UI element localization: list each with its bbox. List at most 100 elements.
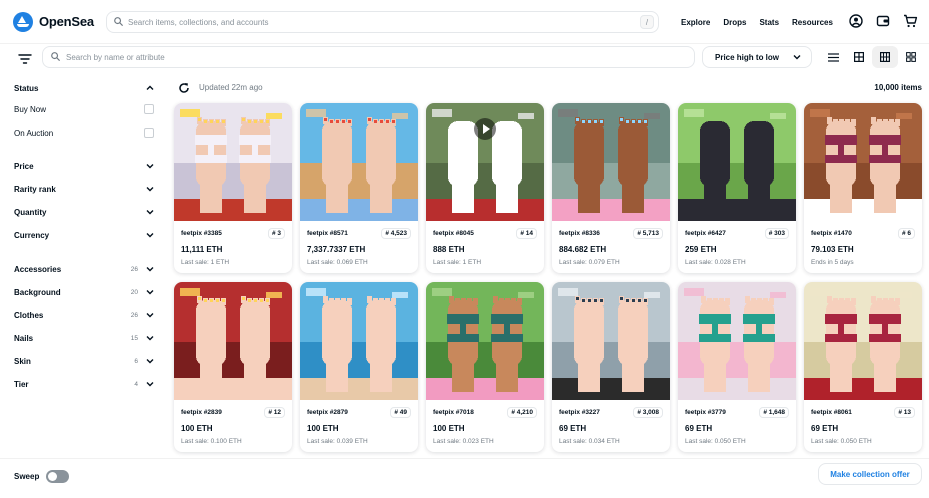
- nft-artwork: [300, 103, 418, 221]
- nft-image: [678, 103, 796, 221]
- nav-drops[interactable]: Drops: [723, 18, 746, 27]
- search-input[interactable]: [128, 17, 640, 27]
- rarity-rank-badge: # 12: [264, 407, 285, 418]
- trait-accessories[interactable]: Accessories 26: [14, 261, 154, 277]
- item-card[interactable]: feetpix #3227 # 3,008 69 ETH Last sale: 0…: [552, 282, 670, 452]
- large-grid-view-icon[interactable]: [846, 46, 872, 68]
- item-price: 7,337.7337 ETH: [307, 245, 366, 254]
- trait-label: Background: [14, 287, 61, 297]
- rarity-rank-badge: # 14: [516, 228, 537, 239]
- rarity-rank-badge: # 4,523: [381, 228, 411, 239]
- make-collection-offer-button[interactable]: Make collection offer: [818, 463, 922, 485]
- item-name: feetpix #8045: [433, 230, 474, 237]
- cart-icon[interactable]: [902, 13, 918, 29]
- filter-currency[interactable]: Currency: [14, 227, 154, 243]
- item-card[interactable]: feetpix #3779 # 1,648 69 ETH Last sale: 0…: [678, 282, 796, 452]
- item-name: feetpix #8061: [811, 409, 852, 416]
- attribute-search[interactable]: [42, 46, 695, 68]
- trait-tier[interactable]: Tier 4: [14, 376, 154, 392]
- nft-image: [174, 282, 292, 400]
- chevron-down-icon: [146, 334, 154, 343]
- updated-timestamp: Updated 22m ago: [199, 83, 263, 92]
- sweep-toggle[interactable]: [46, 470, 69, 483]
- nav-stats[interactable]: Stats: [759, 18, 779, 27]
- item-last-sale: Last sale: 0.069 ETH: [307, 259, 368, 266]
- item-card[interactable]: feetpix #8336 # 5,713 884.682 ETH Last sa…: [552, 103, 670, 273]
- filter-rarity-rank[interactable]: Rarity rank: [14, 181, 154, 197]
- user-icon[interactable]: [848, 13, 864, 29]
- status-section-toggle[interactable]: Status: [14, 80, 154, 96]
- trait-count: 20: [130, 288, 138, 296]
- nft-image: [804, 282, 922, 400]
- item-card[interactable]: feetpix #3385 # 3 11,111 ETH Last sale: 1…: [174, 103, 292, 273]
- opensea-logo[interactable]: OpenSea: [13, 11, 105, 32]
- item-card[interactable]: feetpix #2879 # 49 100 ETH Last sale: 0.0…: [300, 282, 418, 452]
- rarity-rank-badge: # 6: [897, 228, 915, 239]
- nav-explore[interactable]: Explore: [681, 18, 710, 27]
- rarity-rank-badge: # 303: [764, 228, 789, 239]
- compact-grid-view-icon[interactable]: [898, 46, 924, 68]
- chevron-down-icon: [146, 265, 154, 274]
- item-last-sale: Last sale: 0.028 ETH: [685, 259, 746, 266]
- trait-skin[interactable]: Skin 6: [14, 353, 154, 369]
- item-price: 100 ETH: [433, 424, 465, 433]
- trait-label: Accessories: [14, 264, 62, 274]
- item-name: feetpix #6427: [685, 230, 726, 237]
- item-card[interactable]: feetpix #6427 # 303 259 ETH Last sale: 0.…: [678, 103, 796, 273]
- brand-name: OpenSea: [39, 14, 94, 29]
- item-last-sale: Last sale: 0.050 ETH: [685, 438, 746, 445]
- wallet-icon[interactable]: [875, 13, 891, 29]
- item-name: feetpix #7018: [433, 409, 474, 416]
- nft-artwork: [678, 282, 796, 400]
- refresh-icon[interactable]: [178, 81, 190, 93]
- trait-label: Tier: [14, 379, 29, 389]
- nft-artwork: [804, 103, 922, 221]
- nav-resources[interactable]: Resources: [792, 18, 833, 27]
- global-search[interactable]: /: [106, 11, 659, 33]
- item-price: 79.103 ETH: [811, 245, 854, 254]
- search-icon: [114, 13, 123, 31]
- item-card[interactable]: feetpix #7018 # 4,210 100 ETH Last sale: …: [426, 282, 544, 452]
- item-name: feetpix #8336: [559, 230, 600, 237]
- filter-icon[interactable]: [18, 52, 32, 64]
- filter-quantity[interactable]: Quantity: [14, 204, 154, 220]
- chevron-down-icon: [146, 380, 154, 389]
- chevron-down-icon: [146, 162, 154, 171]
- grid-view-icon[interactable]: [872, 46, 898, 68]
- rarity-rank-badge: # 13: [894, 407, 915, 418]
- buy-now-checkbox[interactable]: [144, 104, 154, 114]
- item-card[interactable]: feetpix #8061 # 13 69 ETH Last sale: 0.05…: [804, 282, 922, 452]
- filter-price[interactable]: Price: [14, 158, 154, 174]
- on-auction-checkbox[interactable]: [144, 128, 154, 138]
- nft-artwork: [552, 103, 670, 221]
- trait-label: Clothes: [14, 310, 44, 320]
- item-price: 884.682 ETH: [559, 245, 607, 254]
- status-buy-now[interactable]: Buy Now: [14, 101, 154, 117]
- sort-dropdown[interactable]: Price high to low: [702, 46, 812, 68]
- trait-nails[interactable]: Nails 15: [14, 330, 154, 346]
- chevron-down-icon: [146, 208, 154, 217]
- item-last-sale: Last sale: 0.100 ETH: [181, 438, 242, 445]
- item-card[interactable]: feetpix #8571 # 4,523 7,337.7337 ETH Last…: [300, 103, 418, 273]
- item-auction-end: Ends in 5 days: [811, 259, 854, 266]
- trait-background[interactable]: Background 20: [14, 284, 154, 300]
- item-card[interactable]: feetpix #2839 # 12 100 ETH Last sale: 0.1…: [174, 282, 292, 452]
- item-name: feetpix #2879: [307, 409, 348, 416]
- item-price: 69 ETH: [559, 424, 587, 433]
- status-title: Status: [14, 83, 39, 93]
- item-card[interactable]: feetpix #1470 # 6 79.103 ETH Ends in 5 da…: [804, 103, 922, 273]
- nft-artwork: [426, 282, 544, 400]
- chevron-down-icon: [146, 357, 154, 366]
- bottom-bar: Sweep Make collection offer: [0, 458, 929, 498]
- item-price: 69 ETH: [811, 424, 839, 433]
- chevron-up-icon: [146, 84, 154, 93]
- nft-image: [300, 103, 418, 221]
- item-card[interactable]: feetpix #8045 # 14 888 ETH Last sale: 1 E…: [426, 103, 544, 273]
- list-view-icon[interactable]: [820, 46, 846, 68]
- trait-clothes[interactable]: Clothes 26: [14, 307, 154, 323]
- nav-links: Explore Drops Stats Resources: [681, 0, 846, 44]
- play-icon[interactable]: [474, 118, 496, 140]
- chevron-down-icon: [793, 53, 801, 62]
- status-on-auction[interactable]: On Auction: [14, 125, 154, 141]
- attribute-search-input[interactable]: [66, 52, 694, 62]
